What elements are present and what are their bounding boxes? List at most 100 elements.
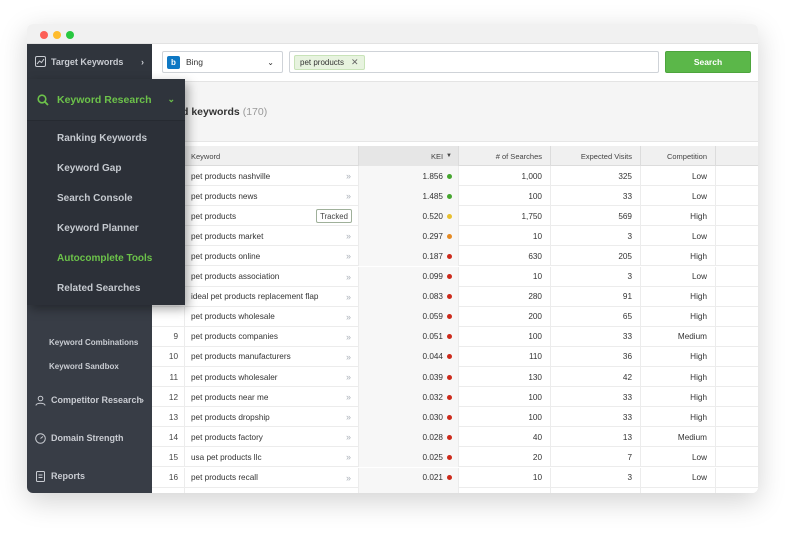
row-number: 11	[152, 367, 185, 387]
searches-cell: 10	[459, 467, 551, 488]
keyword-text: pet products companies	[191, 332, 278, 342]
keyword-cell: pet products recall ››	[185, 467, 359, 488]
keyword-text: usa pet products llc	[191, 452, 262, 462]
table-row[interactable]: 17pet products expo››0.019103Low	[152, 487, 758, 493]
submenu-item-keyword-planner[interactable]: Keyword Planner	[57, 223, 139, 234]
kei-indicator-dot	[447, 173, 452, 179]
keyword-cell: pet products news ››	[185, 186, 359, 207]
searches-cell: 110	[459, 346, 551, 367]
kei-indicator-dot	[447, 394, 452, 400]
column-header-searches[interactable]: # of Searches	[459, 146, 551, 166]
double-chevron-right-icon[interactable]: ››	[346, 191, 351, 201]
competition-cell: Low	[641, 487, 716, 493]
keyword-text: pet products nashville	[191, 171, 271, 181]
double-chevron-right-icon[interactable]: ››	[346, 292, 351, 302]
submenu-item-related-searches[interactable]: Related Searches	[57, 283, 140, 294]
submenu-item-search-console[interactable]: Search Console	[57, 193, 133, 204]
table-row[interactable]: 15 usa pet products llc ›› 0.025 20 7 Low	[152, 447, 758, 468]
submenu-item-keyword-gap[interactable]: Keyword Gap	[57, 163, 121, 174]
table-row[interactable]: pet products nashville ›› 1.856 1,000 325 Low	[152, 166, 758, 186]
double-chevron-right-icon[interactable]: ››	[346, 171, 351, 181]
kei-cell: 0.019	[359, 487, 459, 493]
minimize-window-button[interactable]	[53, 31, 61, 39]
row-number: 17	[152, 487, 185, 493]
double-chevron-right-icon[interactable]: ››	[346, 332, 351, 342]
kei-cell: 0.021	[359, 467, 459, 488]
search-button[interactable]: Search	[665, 51, 751, 73]
visits-cell: 33	[551, 186, 641, 207]
kei-cell: 0.083	[359, 286, 459, 307]
competition-cell: High	[641, 206, 716, 227]
searches-cell: 630	[459, 246, 551, 267]
sort-desc-icon: ▼	[446, 153, 452, 159]
sidebar-item-reports[interactable]: Reports	[27, 458, 152, 493]
double-chevron-right-icon[interactable]: ››	[346, 452, 351, 462]
column-header-kei[interactable]: KEI ▼	[359, 146, 459, 166]
double-chevron-right-icon[interactable]: ››	[346, 352, 351, 362]
table-row[interactable]: 14 pet products factory ›› 0.028 40 13 Medium	[152, 427, 758, 448]
double-chevron-right-icon[interactable]: ››	[346, 272, 351, 282]
sidebar-item-keyword-combinations[interactable]: Keyword Combinations	[49, 338, 138, 347]
column-header-competition[interactable]: Competition	[641, 146, 716, 166]
sidebar-item-target-keywords[interactable]: Target Keywords ›	[27, 44, 152, 80]
column-header-keyword[interactable]: Keyword	[185, 146, 359, 166]
double-chevron-right-icon[interactable]: ››	[346, 231, 351, 241]
kei-cell: 0.051	[359, 326, 459, 347]
double-chevron-right-icon[interactable]: ››	[346, 372, 351, 382]
competition-cell: Low	[641, 226, 716, 247]
sidebar-item-domain-strength[interactable]: Domain Strength	[27, 420, 152, 456]
table-row[interactable]: 10 pet products manufacturers ›› 0.044 110 36…	[152, 346, 758, 367]
competition-cell: High	[641, 367, 716, 387]
table-row[interactable]: 13 pet products dropship ›› 0.030 100 33 High	[152, 407, 758, 428]
keyword-cell: pet products dropship ››	[185, 407, 359, 428]
table-row[interactable]: 9 pet products companies ›› 0.051 100 33 Mediu…	[152, 326, 758, 347]
row-number: 14	[152, 427, 185, 448]
keyword-cell: pet products near me ››	[185, 387, 359, 408]
table-row[interactable]: pet products market ›› 0.297 10 3 Low	[152, 226, 758, 247]
column-header-kei-label: KEI	[430, 151, 444, 161]
app-window: Target Keywords › Keyword Combinations K…	[27, 24, 758, 493]
double-chevron-right-icon[interactable]: ››	[346, 392, 351, 402]
keyword-cell: pet products manufacturers ››	[185, 346, 359, 367]
kei-value: 0.030	[422, 412, 444, 422]
kei-cell: 0.032	[359, 387, 459, 408]
remove-tag-icon[interactable]: ✕	[351, 57, 359, 68]
double-chevron-right-icon[interactable]: ››	[346, 412, 351, 422]
submenu-header-keyword-research[interactable]: Keyword Research ⌄	[27, 79, 185, 121]
sidebar-item-label: Reports	[51, 471, 86, 481]
searches-cell: 1,750	[459, 206, 551, 227]
search-engine-select[interactable]: b Bing ⌄	[162, 51, 283, 73]
kei-value: 0.520	[422, 211, 444, 221]
table-row[interactable]: 16 pet products recall ›› 0.021 10 3 Low	[152, 467, 758, 488]
keyword-cell: pet products wholesaler ››	[185, 367, 359, 387]
double-chevron-right-icon[interactable]: ››	[346, 473, 351, 483]
table-row[interactable]: pet products association ›› 0.099 10 3 Low	[152, 266, 758, 287]
table-row[interactable]: ideal pet products replacement flap ›› 0.0…	[152, 286, 758, 307]
double-chevron-right-icon[interactable]: ››	[346, 432, 351, 442]
keyword-query-input[interactable]: pet products ✕	[289, 51, 659, 73]
table-row[interactable]: pet products wholesale ›› 0.059 200 65 High	[152, 306, 758, 327]
close-window-button[interactable]	[40, 31, 48, 39]
kei-cell: 0.187	[359, 246, 459, 267]
table-row[interactable]: pet products online ›› 0.187 630 205 High	[152, 246, 758, 267]
kei-value: 0.187	[422, 251, 444, 261]
kei-cell: 0.030	[359, 407, 459, 428]
table-row[interactable]: 11 pet products wholesaler ›› 0.039 130 42 Hig…	[152, 367, 758, 387]
table-row[interactable]: pet products news ›› 1.485 100 33 Low	[152, 186, 758, 207]
sidebar-item-competitor-research[interactable]: Competitor Research ›	[27, 382, 152, 418]
table-row[interactable]: pet products Tracked 0.520 1,750 569 High	[152, 206, 758, 227]
kei-indicator-dot	[447, 475, 452, 480]
double-chevron-right-icon[interactable]: ››	[346, 312, 351, 322]
keyword-cell: pet products association ››	[185, 266, 359, 287]
submenu-item-autocomplete-tools[interactable]: Autocomplete Tools	[57, 253, 152, 264]
table-header: Keyword KEI ▼ # of Searches Expected Vis…	[152, 146, 758, 166]
column-header-visits[interactable]: Expected Visits	[551, 146, 641, 166]
search-engine-value: Bing	[186, 57, 204, 67]
tracked-badge[interactable]: Tracked	[316, 209, 352, 224]
submenu-item-ranking-keywords[interactable]: Ranking Keywords	[57, 133, 147, 144]
sidebar-item-keyword-sandbox[interactable]: Keyword Sandbox	[49, 362, 119, 371]
keyword-text: pet products association	[191, 272, 280, 281]
table-row[interactable]: 12 pet products near me ›› 0.032 100 33 High	[152, 387, 758, 408]
double-chevron-right-icon[interactable]: ››	[346, 251, 351, 261]
maximize-window-button[interactable]	[66, 31, 74, 39]
